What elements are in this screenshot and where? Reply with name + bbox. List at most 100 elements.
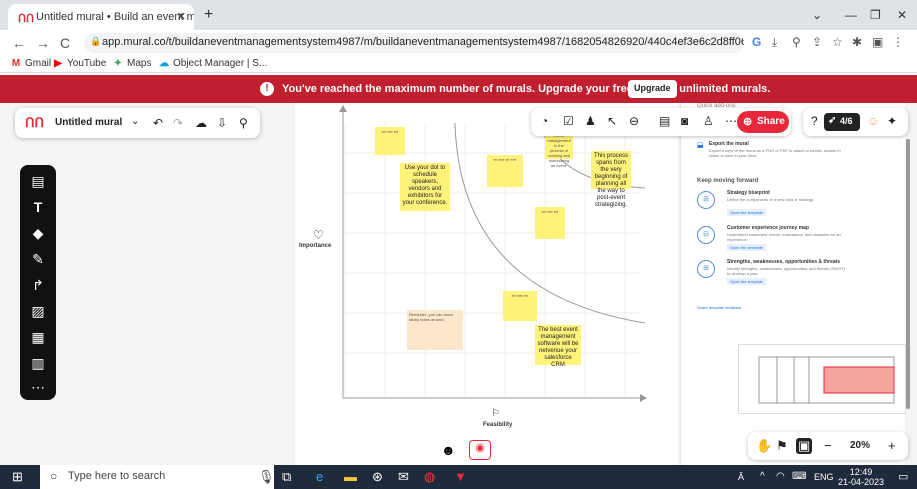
sticky-note[interactable]: This process spans from the very beginni… (591, 151, 631, 208)
comment-icon[interactable]: ◙ (681, 114, 688, 128)
select-tool-icon[interactable]: ⚑ (776, 438, 788, 454)
tab-close-icon[interactable]: ✕ (177, 10, 186, 23)
zoom-in-button[interactable]: + (888, 438, 896, 453)
sticky-note[interactable]: ▪▪▪ ▪▪▪▪ ▪▪▪ ▪▪▪▪ (487, 155, 523, 187)
table-icon[interactable]: ▥ (20, 355, 56, 372)
text-icon[interactable]: T (20, 199, 56, 215)
export-download-icon[interactable]: ⇩ (217, 116, 227, 130)
minimap-toggle-icon[interactable]: ▣ (796, 438, 813, 454)
notifications-icon[interactable]: ▭ (898, 470, 908, 483)
sticky-note[interactable]: ▪▪▪ ▪▪▪▪ ▪▪▪ (375, 127, 405, 155)
browser-tab[interactable]: ՈՈ Untitled mural • Build an event m ✕ (8, 4, 194, 30)
shapes-icon[interactable]: ◆ (20, 225, 56, 242)
reload-icon[interactable]: C (60, 35, 70, 51)
google-icon[interactable]: G (752, 35, 761, 49)
onboarding-progress-badge[interactable]: ➶ 4/6 (824, 113, 860, 131)
timer-icon[interactable]: ◔ (541, 114, 548, 128)
sidebar-icon[interactable]: ▣ (872, 35, 883, 49)
share-button[interactable]: ⊕ Share (737, 111, 789, 133)
sticky-note[interactable]: ▪▪▪ ▪▪▪▪ ▪▪▪ (503, 291, 537, 321)
share-page-icon[interactable]: ⇪ (812, 35, 822, 49)
people-icon[interactable]: ♟ (585, 114, 596, 128)
image-icon[interactable]: ▨ (20, 303, 56, 320)
restore-button[interactable]: ❐ (870, 8, 881, 22)
store-icon[interactable]: ⊛ (372, 469, 383, 485)
vote-icon[interactable]: ☑ (563, 114, 574, 128)
help-icon[interactable]: ? (811, 114, 818, 128)
search-icon[interactable]: ⚲ (239, 116, 248, 130)
bookmark-maps[interactable]: ✦ Maps (112, 58, 152, 69)
mural-logo-icon[interactable]: ՈՈ (25, 115, 44, 131)
back-icon[interactable]: ← (12, 35, 26, 51)
youtube-icon: ▶ (54, 58, 62, 69)
export-title[interactable]: Export the mural (709, 141, 749, 147)
add-member-icon[interactable]: ♙ (703, 114, 714, 128)
menu-icon[interactable]: ⋮ (892, 35, 904, 49)
mural-title[interactable]: Untitled mural (55, 117, 122, 128)
taskbar-search[interactable]: ○ Type here to search (40, 465, 274, 489)
url-bar[interactable]: 🔒 app.mural.co/t/buildaneventmanagements… (84, 33, 744, 53)
banner-message: You've reached the maximum number of mur… (282, 83, 771, 95)
x-axis-label: Feasibility (483, 422, 513, 428)
zoom-level[interactable]: 20% (850, 440, 870, 451)
chrome-icon[interactable]: ◍ (424, 469, 435, 485)
zoom-out-button[interactable]: − (824, 438, 832, 453)
minimap[interactable] (738, 344, 906, 414)
open-template-link[interactable]: Open the template (727, 244, 766, 251)
sparkle-icon[interactable]: ✦ (887, 114, 897, 128)
flag-icon: ⚐ (491, 408, 500, 419)
open-template-link[interactable]: Open the template (727, 209, 766, 216)
upgrade-button[interactable]: Upgrade (628, 80, 677, 98)
tray-chevron-icon[interactable]: ^ (760, 471, 765, 482)
zoom-icon[interactable]: ⚲ (792, 35, 801, 49)
windows-start-icon[interactable]: ⊞ (12, 469, 23, 485)
minimize-button[interactable]: — (845, 8, 857, 22)
lock-board-icon[interactable]: ⊖ (629, 114, 639, 128)
wifi-icon[interactable]: ◠ (776, 471, 785, 482)
bookmark-star-icon[interactable]: ☆ (832, 35, 843, 49)
microphone-icon[interactable]: 🎙 (258, 469, 275, 485)
new-tab-button[interactable]: + (204, 6, 213, 24)
connector-icon[interactable]: ↱ (20, 277, 56, 294)
redo-icon[interactable]: ↷ (173, 116, 183, 130)
more-icon[interactable]: ⋯ (20, 379, 56, 396)
share-feedback-link[interactable]: Share template feedback (697, 305, 741, 310)
keyboard-icon[interactable]: ⌨ (792, 471, 806, 482)
sticky-note[interactable]: ▪▪▪ ▪▪▪▪ ▪▪▪ (535, 207, 565, 239)
sticky-note-icon[interactable]: ▤ (20, 173, 56, 190)
install-icon[interactable]: ⤓ (772, 35, 777, 50)
avatar[interactable]: ☺ (867, 114, 879, 128)
bookmark-object-manager[interactable]: ☁ Object Manager | S... (158, 58, 267, 69)
url-text: app.mural.co/t/buildaneventmanagementsys… (102, 36, 744, 48)
hand-tool-icon[interactable]: ✋ (756, 438, 772, 454)
forward-icon[interactable]: → (36, 35, 50, 51)
bookmark-gmail[interactable]: M Gmail (10, 58, 51, 69)
bookmark-youtube[interactable]: ▶ YouTube (52, 58, 106, 69)
cloud-icon[interactable]: ☁ (195, 116, 207, 130)
more-options-icon[interactable]: ⋯ (725, 114, 737, 128)
open-template-link[interactable]: Open the template (727, 278, 766, 285)
tab-search-icon[interactable]: ⌄ (812, 8, 822, 22)
close-window-button[interactable]: ✕ (897, 8, 907, 22)
frameworks-icon[interactable]: ▦ (20, 329, 56, 346)
tip-card[interactable]: Reminder: you can move sticky notes arou… (407, 310, 463, 350)
file-explorer-icon[interactable]: ▬ (344, 469, 357, 484)
pen-icon[interactable]: ✎ (20, 251, 56, 268)
mail-icon[interactable]: ✉ (398, 469, 409, 485)
outline-icon[interactable]: ▤ (659, 114, 670, 128)
emoji-icon[interactable]: ☻ (441, 442, 456, 458)
edge-icon[interactable]: e (316, 469, 323, 484)
language-indicator[interactable]: ENG (814, 472, 834, 482)
undo-icon[interactable]: ↶ (153, 116, 163, 130)
record-icon[interactable]: ◉ (469, 440, 491, 460)
vs-icon[interactable]: ▼ (454, 469, 467, 484)
template-name: Customer experience journey map (727, 225, 809, 231)
chevron-down-icon[interactable]: ⌄ (131, 116, 139, 127)
system-clock[interactable]: 12:49 21-04-2023 (838, 467, 884, 487)
sticky-note[interactable]: Use your dot to schedule speakers, vendo… (400, 163, 450, 211)
task-view-icon[interactable]: ⧉ (282, 469, 291, 485)
extensions-icon[interactable]: ✱ (852, 35, 862, 49)
cursor-icon[interactable]: ↖ (607, 114, 617, 128)
sticky-note[interactable]: The best event management software will … (535, 325, 581, 368)
people-tray-icon[interactable]: Ᾰ (738, 472, 744, 482)
